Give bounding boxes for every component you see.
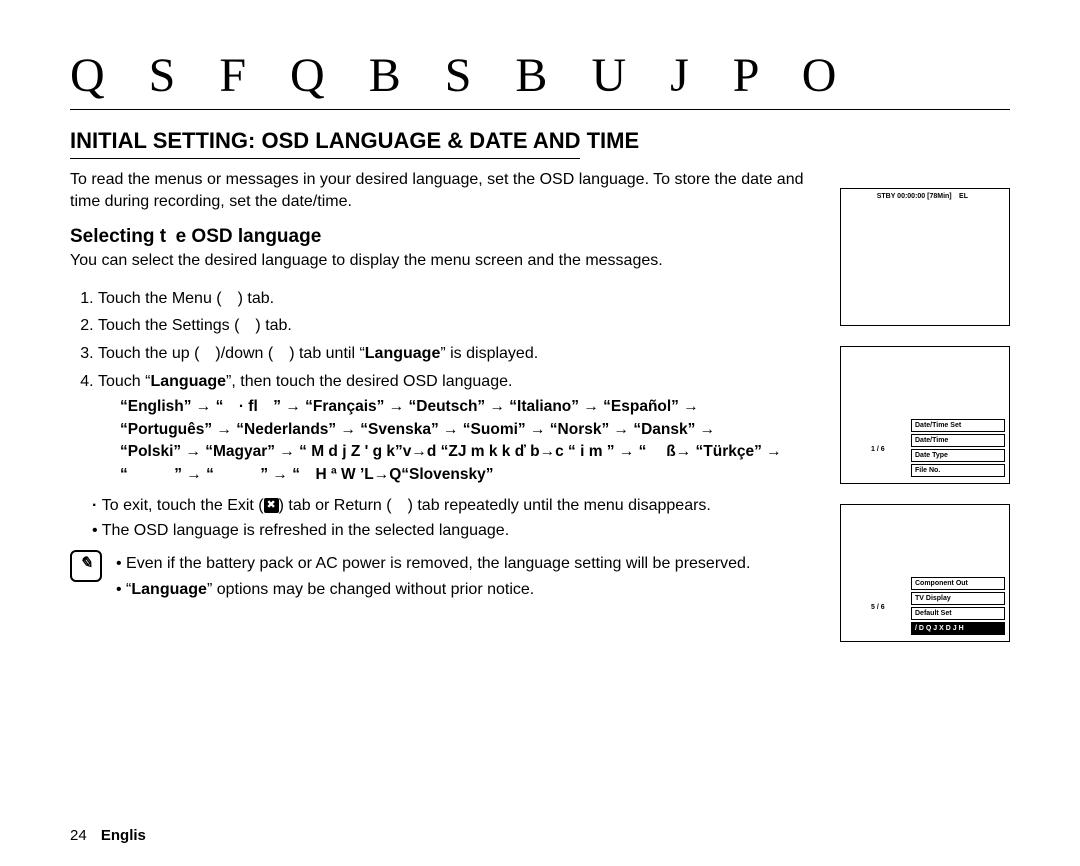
- heading-underline: [70, 158, 580, 159]
- language-sequence: “English” → “ · fl ” → “Français” → “Deu…: [120, 396, 810, 486]
- page-footer: 24 Englis: [70, 827, 146, 844]
- note-exit-pre: To exit, touch the Exit (: [102, 497, 264, 514]
- step-3-pre: Touch the up ( )/down ( ) tab until “: [98, 345, 365, 362]
- close-icon: ✖: [264, 498, 279, 513]
- chapter-title: Q S F Q B S B U J P O: [70, 48, 1010, 103]
- notes-list: To exit, touch the Exit (✖) tab or Retur…: [92, 494, 812, 542]
- pager: 1 / 6: [871, 446, 885, 453]
- screenshot-3: 5 / 6 Component Out TV Display Default S…: [840, 504, 1010, 642]
- menu-row-selected: / D Q J X D J H: [911, 622, 1005, 635]
- screenshots-column: STBY 00:00:00 [78Min] EL 1 / 6 Date/Time…: [840, 188, 1012, 642]
- steps-list: Touch the Menu ( ) tab. Touch the Settin…: [70, 286, 838, 486]
- step-1: Touch the Menu ( ) tab.: [98, 286, 838, 312]
- divider: [70, 109, 1010, 110]
- lang-line-3: “Polski” → “Magyar” → “ M d j Z ' g k”v→…: [120, 441, 810, 463]
- menu-row: Date Type: [911, 449, 1005, 462]
- section-heading: INITIAL SETTING: OSD LANGUAGE & DATE AND…: [70, 128, 1010, 154]
- note-preserve: Even if the battery pack or AC power is …: [116, 552, 750, 575]
- step-3-post: ” is displayed.: [440, 345, 538, 362]
- status-bar: STBY 00:00:00 [78Min] EL: [841, 189, 1009, 204]
- page-number: 24: [70, 827, 87, 844]
- screenshot-1: STBY 00:00:00 [78Min] EL: [840, 188, 1010, 326]
- note-refresh: The OSD language is refreshed in the sel…: [92, 519, 812, 542]
- lang-line-2: “Português” → “Nederlands” → “Svenska” →…: [120, 419, 810, 441]
- note-change-post: ” options may be changed without prior n…: [207, 581, 534, 598]
- info-icon: ✎: [70, 550, 102, 582]
- step-3-bold: Language: [365, 345, 441, 362]
- step-4-bold: Language: [150, 373, 226, 390]
- intro-paragraph: To read the menus or messages in your de…: [70, 169, 810, 212]
- note-exit-post: ) tab or Return ( ) tab repeatedly until…: [279, 497, 711, 514]
- lang-line-1: “English” → “ · fl ” → “Français” → “Deu…: [120, 396, 810, 418]
- info-note: ✎ Even if the battery pack or AC power i…: [70, 550, 830, 602]
- step-3: Touch the up ( )/down ( ) tab until “Lan…: [98, 341, 838, 367]
- menu-row: TV Display: [911, 592, 1005, 605]
- subintro-paragraph: You can select the desired language to d…: [70, 250, 810, 272]
- menu-row: Date/Time Set: [911, 419, 1005, 432]
- pager: 5 / 6: [871, 604, 885, 611]
- note-change-bold: Language: [131, 581, 207, 598]
- menu-row: File No.: [911, 464, 1005, 477]
- screenshot-2: 1 / 6 Date/Time Set Date/Time Date Type …: [840, 346, 1010, 484]
- lang-line-4: “ ” → “ ” → “ H ª W ’L→Q“Slovensky”: [120, 464, 810, 486]
- menu-row: Component Out: [911, 577, 1005, 590]
- step-2: Touch the Settings ( ) tab.: [98, 313, 838, 339]
- menu-row: Date/Time: [911, 434, 1005, 447]
- menu-row: Default Set: [911, 607, 1005, 620]
- footer-text: Englis: [101, 827, 146, 844]
- note-exit: To exit, touch the Exit (✖) tab or Retur…: [92, 494, 812, 517]
- step-4-pre: Touch “: [98, 373, 150, 390]
- step-4-post: ”, then touch the desired OSD language.: [226, 373, 512, 390]
- note-change: “Language” options may be changed withou…: [116, 578, 750, 601]
- step-4: Touch “Language”, then touch the desired…: [98, 369, 838, 486]
